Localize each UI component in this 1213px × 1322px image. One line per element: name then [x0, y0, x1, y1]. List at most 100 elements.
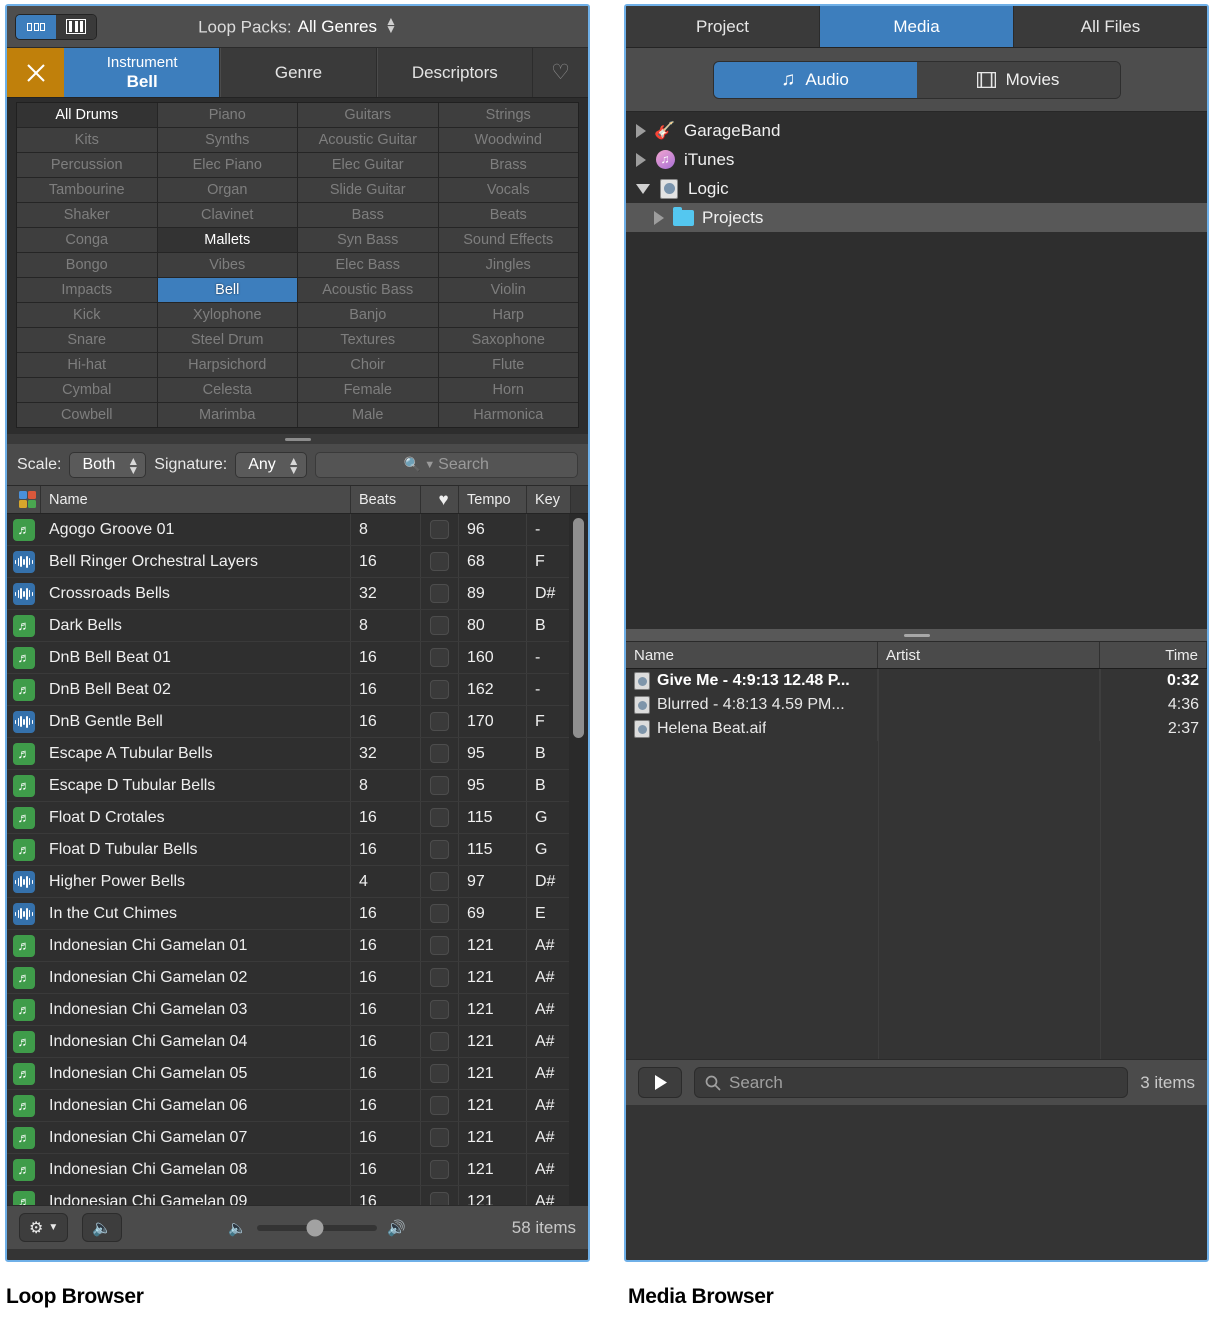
loop-favorite-cell[interactable] [421, 1090, 459, 1121]
file-column-header-artist[interactable]: Artist [878, 642, 1100, 668]
preview-volume-control[interactable]: 🔈 🔊 [136, 1219, 498, 1237]
loop-favorite-cell[interactable] [421, 1058, 459, 1089]
panel-resize-handle[interactable] [7, 434, 588, 444]
loop-favorite-cell[interactable] [421, 1122, 459, 1153]
media-tab-all-files[interactable]: All Files [1014, 6, 1207, 47]
loop-row[interactable]: ♬ Indonesian Chi Gamelan 01 16 121 A# [7, 930, 588, 962]
loop-favorite-cell[interactable] [421, 1026, 459, 1057]
loop-row[interactable]: ♬ Indonesian Chi Gamelan 07 16 121 A# [7, 1122, 588, 1154]
favorite-checkbox[interactable] [430, 776, 449, 795]
media-file-row[interactable]: Blurred - 4:8:13 4.59 PM... 4:36 [626, 693, 1207, 717]
loop-row[interactable]: ♬ Float D Crotales 16 115 G [7, 802, 588, 834]
loop-row[interactable]: ♬ Dark Bells 8 80 B [7, 610, 588, 642]
favorite-checkbox[interactable] [430, 520, 449, 539]
column-view-icon[interactable] [56, 14, 96, 39]
favorite-checkbox[interactable] [430, 1032, 449, 1051]
favorite-checkbox[interactable] [430, 552, 449, 571]
loop-row[interactable]: ♬ Indonesian Chi Gamelan 02 16 121 A# [7, 962, 588, 994]
favorite-checkbox[interactable] [430, 808, 449, 827]
settings-button[interactable]: ⚙ ▼ [19, 1213, 69, 1242]
loop-row[interactable]: Bell Ringer Orchestral Layers 16 68 F [7, 546, 588, 578]
favorite-checkbox[interactable] [430, 584, 449, 603]
favorite-checkbox[interactable] [430, 680, 449, 699]
file-column-header-name[interactable]: Name [626, 642, 878, 668]
tab-descriptors[interactable]: Descriptors [376, 48, 533, 97]
category-cell-bell[interactable]: Bell [157, 278, 297, 302]
chevron-updown-icon[interactable]: ▲ ▼ [385, 15, 397, 35]
tree-item-garageband[interactable]: 🎸 GarageBand [626, 116, 1207, 145]
loop-row[interactable]: ♬ Indonesian Chi Gamelan 04 16 121 A# [7, 1026, 588, 1058]
loop-row[interactable]: ♬ Agogo Groove 01 8 96- [7, 514, 588, 546]
category-cell-all-drums[interactable]: All Drums [17, 103, 157, 127]
loop-row[interactable]: ♬ Escape D Tubular Bells 8 95 B [7, 770, 588, 802]
loop-favorite-cell[interactable] [421, 610, 459, 641]
button-view-icon[interactable] [16, 14, 56, 39]
loop-row[interactable]: Higher Power Bells 4 97 D# [7, 866, 588, 898]
loop-favorite-cell[interactable] [421, 738, 459, 769]
loop-row[interactable]: DnB Gentle Bell 16 170 F [7, 706, 588, 738]
loop-row[interactable]: ♬ Indonesian Chi Gamelan 06 16 121 A# [7, 1090, 588, 1122]
file-column-header-time[interactable]: Time [1100, 642, 1207, 668]
loop-favorite-cell[interactable] [421, 898, 459, 929]
loop-favorite-cell[interactable] [421, 866, 459, 897]
loop-favorite-cell[interactable] [421, 930, 459, 961]
chevron-updown-icon[interactable]: ▲ ▼ [288, 455, 300, 475]
close-button[interactable] [7, 48, 64, 97]
favorite-checkbox[interactable] [430, 648, 449, 667]
loop-favorite-cell[interactable] [421, 578, 459, 609]
preview-mute-button[interactable]: 🔈 [82, 1213, 123, 1242]
loop-favorite-cell[interactable] [421, 962, 459, 993]
tree-item-itunes[interactable]: ♫ iTunes [626, 145, 1207, 174]
favorite-checkbox[interactable] [430, 1064, 449, 1083]
tree-item-logic[interactable]: Logic [626, 174, 1207, 203]
media-tab-project[interactable]: Project [626, 6, 820, 47]
media-panel-resize-handle[interactable] [626, 629, 1207, 641]
loop-favorite-cell[interactable] [421, 994, 459, 1025]
favorite-checkbox[interactable] [430, 936, 449, 955]
loop-row[interactable]: Crossroads Bells 32 89 D# [7, 578, 588, 610]
view-mode-toggle[interactable] [15, 13, 97, 40]
favorite-checkbox[interactable] [430, 968, 449, 987]
segment-audio[interactable]: ♫ Audio [713, 61, 917, 98]
favorite-checkbox[interactable] [430, 616, 449, 635]
loop-favorite-cell[interactable] [421, 706, 459, 737]
signature-popup[interactable]: Any ▲ ▼ [235, 451, 307, 478]
favorite-checkbox[interactable] [430, 1192, 449, 1205]
media-tab-media[interactable]: Media [820, 6, 1014, 47]
loop-list-scrollbar-thumb[interactable] [573, 518, 584, 738]
loop-favorite-cell[interactable] [421, 834, 459, 865]
loop-row[interactable]: In the Cut Chimes 16 69 E [7, 898, 588, 930]
loop-favorite-cell[interactable] [421, 1154, 459, 1185]
favorite-checkbox[interactable] [430, 1160, 449, 1179]
loop-favorite-cell[interactable] [421, 674, 459, 705]
column-header-type[interactable] [7, 486, 41, 513]
loop-row[interactable]: ♬ Escape A Tubular Bells 32 95 B [7, 738, 588, 770]
loop-favorite-cell[interactable] [421, 546, 459, 577]
favorite-checkbox[interactable] [430, 1128, 449, 1147]
chevron-right-icon[interactable] [654, 210, 664, 225]
favorite-checkbox[interactable] [430, 840, 449, 859]
favorite-checkbox[interactable] [430, 1096, 449, 1115]
loop-list[interactable]: ♬ Agogo Groove 01 8 96- Bell Ringer Orchestr… [7, 514, 588, 1205]
tab-instrument[interactable]: Instrument Bell [64, 48, 221, 97]
loop-row[interactable]: ♬ DnB Bell Beat 01 16 160- [7, 642, 588, 674]
loop-row[interactable]: ♬ Indonesian Chi Gamelan 08 16 121 A# [7, 1154, 588, 1186]
loop-favorite-cell[interactable] [421, 514, 459, 545]
favorite-checkbox[interactable] [430, 712, 449, 731]
column-header-tempo[interactable]: Tempo [459, 486, 527, 513]
loop-favorite-cell[interactable] [421, 802, 459, 833]
category-cell-mallets[interactable]: Mallets [157, 228, 297, 252]
media-file-row[interactable]: Give Me - 4:9:13 12.48 P... 0:32 [626, 669, 1207, 693]
chevron-right-icon[interactable] [636, 123, 646, 138]
favorites-button[interactable]: ♡ [533, 48, 588, 97]
favorite-checkbox[interactable] [430, 904, 449, 923]
media-file-list[interactable]: Give Me - 4:9:13 12.48 P... 0:32 Blurred -… [626, 669, 1207, 1059]
loop-row[interactable]: ♬ Indonesian Chi Gamelan 03 16 121 A# [7, 994, 588, 1026]
favorite-checkbox[interactable] [430, 872, 449, 891]
loop-favorite-cell[interactable] [421, 770, 459, 801]
loop-row[interactable]: ♬ DnB Bell Beat 02 16 162- [7, 674, 588, 706]
loop-row[interactable]: ♬ Indonesian Chi Gamelan 09 16 121 A# [7, 1186, 588, 1205]
volume-slider-knob[interactable] [306, 1219, 324, 1236]
favorite-checkbox[interactable] [430, 744, 449, 763]
column-header-name[interactable]: Name [41, 486, 351, 513]
